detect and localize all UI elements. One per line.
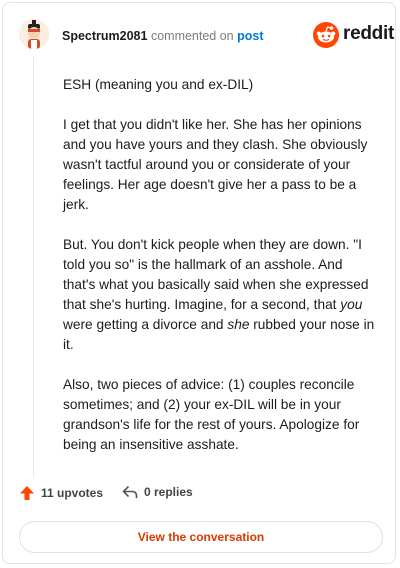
comment-paragraph: But. You don't kick people when they are… xyxy=(63,235,377,355)
reddit-logo-icon xyxy=(313,22,339,48)
reddit-brand[interactable]: reddit xyxy=(313,22,394,48)
avatar[interactable] xyxy=(19,19,49,49)
byline: Spectrum2081 commented on post xyxy=(62,28,264,44)
reddit-wordmark: reddit xyxy=(343,23,394,44)
comment-text: I get that you didn't like her. She has … xyxy=(63,117,368,212)
thread-line xyxy=(33,57,34,477)
upvote-arrow-icon xyxy=(20,486,34,500)
comment-body: ESH (meaning you and ex-DIL) I get that y… xyxy=(63,75,377,475)
commented-on-text: commented on xyxy=(150,29,234,43)
comment-paragraph: Also, two pieces of advice: (1) couples … xyxy=(63,375,377,455)
upvote-button[interactable]: 11 upvotes xyxy=(19,485,103,501)
comment-emphasis: you xyxy=(340,297,363,312)
comment-text: But. You don't kick people when they are… xyxy=(63,237,369,312)
post-link[interactable]: post xyxy=(237,29,263,43)
view-conversation-button[interactable]: View the conversation xyxy=(19,521,383,553)
comment-actions: 11 upvotes 0 replies xyxy=(19,485,379,505)
comment-header: Spectrum2081 commented on post reddit xyxy=(17,17,394,53)
comment-paragraph: I get that you didn't like her. She has … xyxy=(63,115,377,215)
comment-emphasis: she xyxy=(227,317,250,332)
reply-count: 0 replies xyxy=(144,485,193,499)
username[interactable]: Spectrum2081 xyxy=(62,29,147,43)
comment-text: Also, two pieces of advice: (1) couples … xyxy=(63,377,360,452)
replies-button[interactable]: 0 replies xyxy=(122,485,193,499)
reply-arrow-icon xyxy=(122,486,138,499)
comment-text: were getting a divorce and xyxy=(63,317,228,332)
comment-paragraph: ESH (meaning you and ex-DIL) xyxy=(63,75,377,95)
upvote-count: 11 upvotes xyxy=(41,486,104,500)
avatar-icon xyxy=(19,19,49,49)
comment-card: Spectrum2081 commented on post reddit ES… xyxy=(2,2,396,564)
comment-text: ESH (meaning you and ex-DIL) xyxy=(63,77,254,92)
